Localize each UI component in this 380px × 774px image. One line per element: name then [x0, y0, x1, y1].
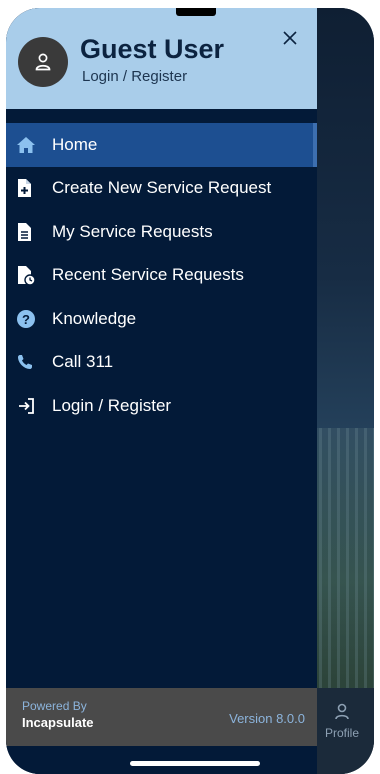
login-register-link[interactable]: Login / Register [82, 68, 187, 85]
menu-item-label: Knowledge [52, 308, 137, 328]
file-clock-icon [16, 265, 44, 286]
navigation-drawer: Guest User Login / Register Home Create … [6, 8, 317, 774]
person-icon [316, 702, 368, 724]
drawer-footer: Powered By Incapsulate Version 8.0.0 [6, 688, 317, 746]
phone-icon [16, 352, 44, 372]
file-text-icon [16, 222, 44, 242]
close-icon [283, 31, 297, 45]
close-button[interactable] [278, 26, 302, 50]
background-app-screen[interactable]: Profile [310, 8, 374, 774]
menu-item-knowledge[interactable]: ? Knowledge [6, 297, 317, 341]
tab-profile[interactable]: Profile [316, 702, 368, 742]
company-name: Incapsulate [22, 715, 94, 730]
app-version: Version 8.0.0 [229, 711, 305, 726]
menu-item-call-311[interactable]: Call 311 [6, 341, 317, 385]
menu-item-label: My Service Requests [52, 221, 213, 241]
person-icon [35, 53, 51, 71]
menu-item-recent-service-requests[interactable]: Recent Service Requests [6, 254, 317, 298]
avatar[interactable] [18, 37, 68, 87]
drawer-menu: Home Create New Service Request My Servi… [6, 123, 317, 428]
drawer-spacer [6, 428, 317, 689]
camera-notch [176, 8, 216, 16]
menu-item-label: Create New Service Request [52, 178, 272, 198]
background-city-image [310, 428, 374, 698]
menu-item-home[interactable]: Home [6, 123, 317, 167]
file-plus-icon [16, 178, 44, 198]
powered-by-label: Powered By [22, 699, 87, 713]
menu-item-login-register[interactable]: Login / Register [6, 384, 317, 428]
menu-item-create-service-request[interactable]: Create New Service Request [6, 167, 317, 211]
drawer-bottom-safe-area [6, 746, 317, 774]
menu-item-label: Recent Service Requests [52, 265, 244, 285]
login-icon [16, 396, 44, 416]
home-indicator[interactable] [130, 761, 260, 766]
question-circle-icon: ? [16, 309, 44, 329]
phone-screen: Profile Guest User Login / Register Home… [6, 8, 374, 774]
home-icon [16, 135, 44, 155]
menu-item-my-service-requests[interactable]: My Service Requests [6, 210, 317, 254]
menu-item-label: Login / Register [52, 395, 172, 415]
tab-profile-label: Profile [324, 726, 359, 740]
user-name: Guest User [80, 34, 225, 64]
menu-item-label: Home [52, 134, 98, 154]
drawer-header: Guest User Login / Register [6, 8, 317, 109]
menu-item-label: Call 311 [52, 352, 114, 372]
svg-text:?: ? [22, 312, 30, 327]
